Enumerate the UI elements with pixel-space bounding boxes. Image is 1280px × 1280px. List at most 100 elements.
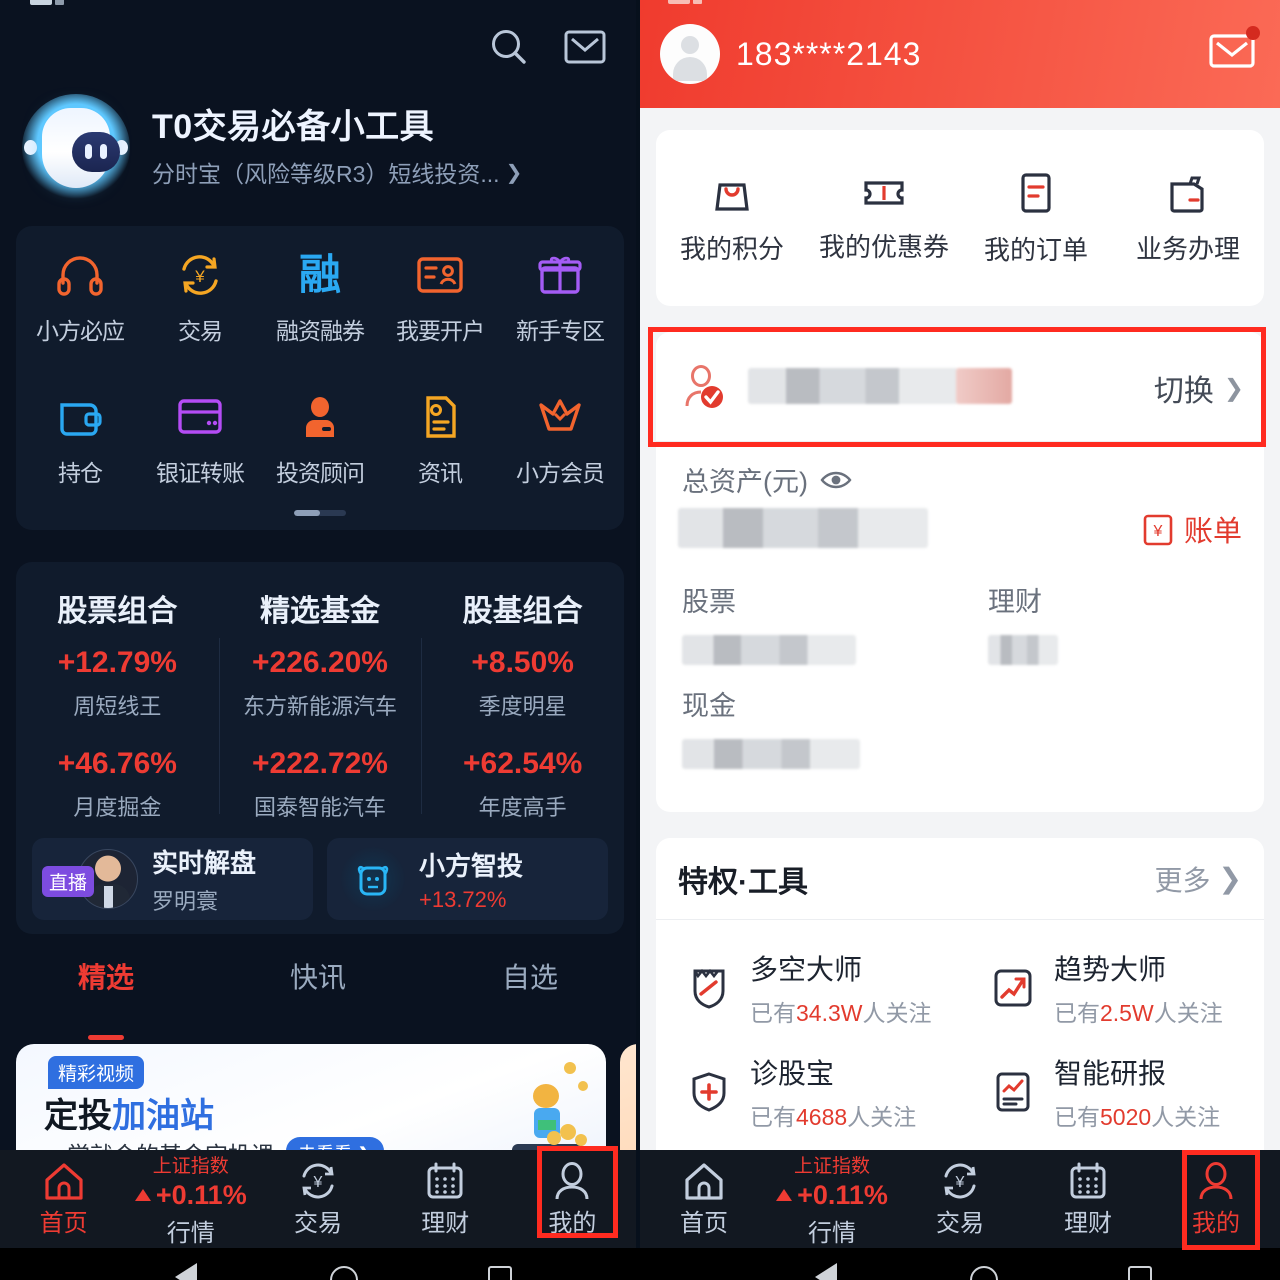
- bnav-wealth[interactable]: 理财: [382, 1150, 509, 1248]
- live-badge: 直播: [42, 866, 95, 897]
- promo-subtitle-text: 分时宝（风险等级R3）短线投资...: [152, 161, 500, 188]
- home-circle-icon[interactable]: [970, 1266, 998, 1280]
- quick-entry-grid: 小方必应 ¥ 交易 融 融资融券 我要开户 新手专区 持仓 银证转账 投资顾问 …: [16, 226, 624, 530]
- perf-pct: +12.79%: [57, 646, 177, 679]
- grid-item-margin-trading[interactable]: 融 融资融券: [260, 226, 380, 346]
- bnav-wealth[interactable]: 理财: [1024, 1150, 1152, 1248]
- id-card-icon: [380, 248, 500, 302]
- grid-item-xiaofang-bying[interactable]: 小方必应: [20, 226, 140, 346]
- grid-item-label: 银证转账: [156, 460, 245, 486]
- right-phone-profile-screen: 183****2143 我的积分 我的优惠券 我的订单 业务办理 切换 ❯ 总资…: [640, 0, 1280, 1248]
- content-tabs: 精选 快讯 自选: [0, 956, 636, 1040]
- grid-item-positions[interactable]: 持仓: [20, 368, 140, 488]
- svg-text:¥: ¥: [1153, 523, 1163, 540]
- tools-more-label: 更多: [1154, 864, 1211, 896]
- tab-featured[interactable]: 精选: [0, 956, 212, 1040]
- perf-pct: +226.20%: [252, 646, 388, 679]
- perf-column-selected-funds[interactable]: 精选基金 +226.20% 东方新能源汽车 +222.72% 国泰智能汽车: [218, 586, 422, 822]
- index-change: +0.11%: [776, 1180, 888, 1211]
- grid-item-newbie-zone[interactable]: 新手专区: [500, 226, 620, 346]
- promo-title: T0交易必备小工具: [152, 107, 435, 146]
- tool-followers-pre: 已有: [750, 1000, 796, 1026]
- perf-pct: +46.76%: [57, 747, 177, 780]
- unread-badge-dot: [1246, 26, 1260, 40]
- tools-header: 特权·工具 更多 ❯: [656, 838, 1264, 920]
- perf-column-stock-portfolio[interactable]: 股票组合 +12.79% 周短线王 +46.76% 月度掘金: [16, 586, 219, 822]
- perf-name: 月度掘金: [73, 795, 162, 820]
- promo-banner[interactable]: T0交易必备小工具 分时宝（风险等级R3）短线投资... ❯: [22, 88, 622, 208]
- perf-pct: +222.72%: [252, 747, 388, 780]
- grid-item-bank-transfer[interactable]: 银证转账: [140, 368, 260, 488]
- tool-item-trend-master[interactable]: 趋势大师 已有2.5W人关注: [960, 936, 1264, 1040]
- grid-item-label: 交易: [178, 318, 223, 344]
- bnav-home[interactable]: 首页: [0, 1150, 127, 1248]
- tools-more-button[interactable]: 更多 ❯: [1155, 859, 1242, 899]
- back-triangle-icon[interactable]: [175, 1263, 197, 1280]
- tool-item-smart-report[interactable]: 智能研报 已有5020人关注: [960, 1040, 1264, 1144]
- back-triangle-icon[interactable]: [815, 1263, 837, 1280]
- tool-followers: 已有2.5W人关注: [1054, 994, 1223, 1028]
- asset-sub-label: 理财: [988, 587, 1042, 617]
- highlight-box-right-my-tab: [1182, 1150, 1260, 1250]
- perf-name: 年度高手: [478, 795, 567, 820]
- tool-followers: 已有34.3W人关注: [750, 994, 931, 1028]
- bnav-home[interactable]: 首页: [640, 1150, 768, 1248]
- grid-item-trade[interactable]: ¥ 交易: [140, 226, 260, 346]
- tool-followers-count: 4688: [796, 1104, 848, 1130]
- bnav-quotes[interactable]: 上证指数 +0.11% 行情: [127, 1150, 254, 1248]
- tab-watchlist[interactable]: 自选: [424, 956, 636, 1030]
- bnav-quotes[interactable]: 上证指数 +0.11% 行情: [768, 1150, 896, 1248]
- perf-name: 周短线王: [73, 694, 162, 719]
- wallet-icon: [20, 390, 140, 444]
- grid-item-member[interactable]: 小方会员: [500, 368, 620, 488]
- quick-action-services[interactable]: 业务办理: [1112, 130, 1264, 306]
- grid-item-label: 我要开户: [396, 318, 485, 344]
- perf-name: 东方新能源汽车: [243, 694, 398, 719]
- up-arrow-icon: [134, 1189, 151, 1201]
- recents-square-icon[interactable]: [1128, 1266, 1152, 1280]
- index-change-value: +0.11%: [155, 1179, 247, 1210]
- tool-followers-pre: 已有: [1054, 1000, 1100, 1026]
- tile-live-market-analysis[interactable]: 直播 实时解盘 罗明寰: [32, 838, 313, 920]
- grid-item-news[interactable]: 资讯: [380, 368, 500, 488]
- recents-square-icon[interactable]: [488, 1266, 512, 1280]
- quick-action-coupons[interactable]: 我的优惠券: [808, 130, 960, 306]
- svg-text:¥: ¥: [955, 1174, 965, 1191]
- perf-column-mixed-portfolio[interactable]: 股基组合 +8.50% 季度明星 +62.54% 年度高手: [421, 586, 624, 822]
- tool-followers-post: 人关注: [862, 1000, 932, 1026]
- promo-subtitle: 分时宝（风险等级R3）短线投资... ❯: [152, 155, 622, 189]
- index-name: 上证指数: [152, 1155, 229, 1177]
- grid-item-open-account[interactable]: 我要开户: [380, 226, 500, 346]
- mail-icon[interactable]: [562, 24, 608, 70]
- grid-pager[interactable]: [294, 510, 346, 516]
- yuan-exchange-icon: ¥: [140, 248, 260, 302]
- avatar[interactable]: [660, 24, 720, 84]
- yuan-exchange-icon: ¥: [944, 1163, 976, 1198]
- home-circle-icon[interactable]: [330, 1266, 358, 1280]
- eye-icon[interactable]: [820, 469, 852, 491]
- tool-followers-count: 5020: [1100, 1104, 1152, 1130]
- bnav-trade[interactable]: ¥ 交易: [254, 1150, 381, 1248]
- calendar-grid-icon: [1070, 1162, 1106, 1198]
- shield-plus-icon: [692, 1072, 726, 1112]
- tool-item-stock-diagnosis[interactable]: 诊股宝 已有4688人关注: [656, 1040, 960, 1144]
- tile-smart-invest[interactable]: 小方智投 +13.72%: [327, 838, 608, 920]
- banner-title: 定投加油站: [44, 1088, 214, 1137]
- chevron-right-icon[interactable]: ❯: [506, 160, 523, 185]
- search-icon[interactable]: [486, 24, 532, 70]
- grid-item-investment-advisor[interactable]: 投资顾问: [260, 368, 380, 488]
- bnav-label: 交易: [936, 1209, 984, 1237]
- bnav-trade[interactable]: ¥ 交易: [896, 1150, 1024, 1248]
- points-bag-icon: [715, 182, 749, 211]
- quick-action-points[interactable]: 我的积分: [656, 130, 808, 306]
- bill-button[interactable]: ¥ 账单: [1142, 508, 1242, 550]
- promo-tiles: 直播 实时解盘 罗明寰 小方智投 +13.72%: [32, 838, 608, 920]
- tab-news-flash[interactable]: 快讯: [212, 956, 424, 1030]
- tool-name: 智能研报: [1054, 1058, 1167, 1089]
- total-assets-row: 总资产(元): [682, 460, 852, 499]
- signal-icon: [693, 0, 702, 4]
- tool-item-long-short-master[interactable]: 多空大师 已有34.3W人关注: [656, 936, 960, 1040]
- dual-phone-screenshot: T0交易必备小工具 分时宝（风险等级R3）短线投资... ❯ 小方必应 ¥ 交易…: [0, 0, 1280, 1280]
- quick-action-orders[interactable]: 我的订单: [960, 130, 1112, 306]
- highlight-box-account-switch: [648, 327, 1266, 447]
